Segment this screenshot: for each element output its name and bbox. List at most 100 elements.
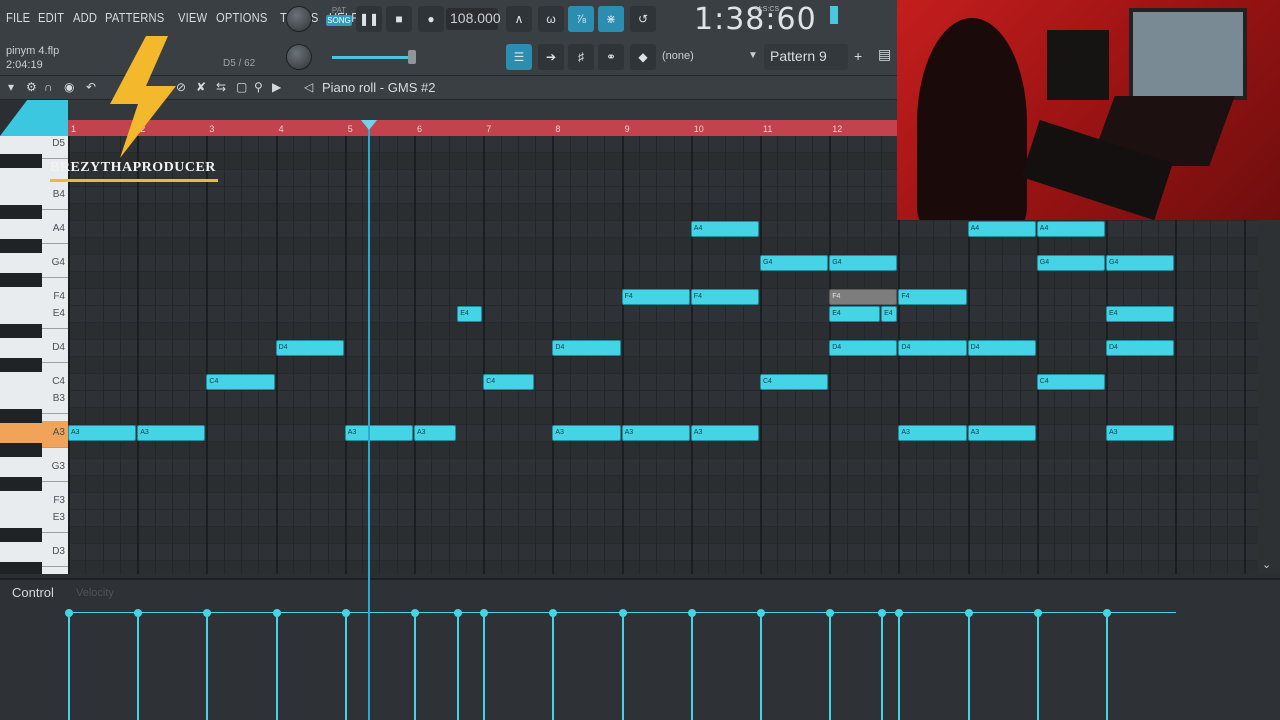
pause-button[interactable]: ❚❚ — [356, 6, 382, 32]
note-block[interactable]: D4 — [898, 340, 967, 356]
menu-add[interactable]: ADD — [73, 10, 97, 25]
note-block[interactable]: C4 — [760, 374, 829, 390]
note-block[interactable]: D4 — [275, 340, 344, 356]
note-block[interactable]: D4 — [829, 340, 898, 356]
note-block[interactable]: A4 — [967, 221, 1036, 237]
note-block[interactable]: A4 — [690, 221, 759, 237]
pattern-selector[interactable]: Pattern 9 — [764, 44, 848, 70]
black-key[interactable] — [0, 273, 42, 287]
menu-arrow-icon[interactable]: ▾ — [8, 80, 14, 94]
black-key[interactable] — [0, 562, 42, 574]
note-block[interactable]: A3 — [137, 425, 206, 441]
note-block[interactable]: E4 — [881, 306, 898, 322]
loop-record-icon[interactable]: ↺ — [630, 6, 656, 32]
pat-song-toggle[interactable]: PAT SONG — [326, 6, 352, 34]
control-dropdown[interactable]: Control — [12, 585, 54, 600]
wrench-icon[interactable]: ⚙ — [26, 80, 37, 94]
black-key[interactable] — [0, 205, 42, 219]
mixer-icon[interactable]: ▤ — [878, 46, 891, 63]
piano-keyboard[interactable]: D5 B4 A4 G4 F4 E4 D4 C4 B3 A3 G3 F3 E3 D3 — [0, 136, 68, 574]
note-block[interactable]: C4 — [1036, 374, 1105, 390]
black-key[interactable] — [0, 154, 42, 168]
velocity-bar[interactable] — [480, 609, 489, 720]
note-block[interactable]: A4 — [1036, 221, 1105, 237]
playhead-marker-icon[interactable] — [361, 120, 377, 130]
select-all-icon[interactable]: ▢ — [236, 80, 247, 94]
speaker-icon[interactable]: ◁ — [304, 80, 313, 94]
velocity-bar[interactable] — [1103, 609, 1111, 720]
note-block[interactable]: A3 — [414, 425, 457, 441]
black-key[interactable] — [0, 528, 42, 542]
velocity-bar[interactable] — [134, 609, 143, 720]
zoom-icon[interactable]: ⚲ — [254, 80, 263, 94]
note-block[interactable]: A3 — [1106, 425, 1175, 441]
plugin-icon[interactable]: ♯ — [568, 44, 594, 70]
note-block[interactable]: A3 — [898, 425, 967, 441]
link-icon[interactable]: ⚭ — [598, 44, 624, 70]
menu-options[interactable]: OPTIONS — [216, 10, 268, 25]
note-block[interactable]: G4 — [1036, 255, 1105, 271]
black-key[interactable] — [0, 239, 42, 253]
note-block[interactable]: D4 — [1106, 340, 1175, 356]
note-block[interactable]: G4 — [829, 255, 898, 271]
master-pitch-knob[interactable] — [286, 44, 312, 70]
velocity-bar[interactable] — [878, 609, 887, 720]
note-block[interactable]: E4 — [457, 306, 483, 322]
velocity-bar[interactable] — [203, 609, 212, 720]
menu-view[interactable]: VIEW — [178, 10, 207, 25]
velocity-bar[interactable] — [341, 609, 350, 720]
arrow-right-icon[interactable]: ➔ — [538, 44, 564, 70]
plugin-picker-icon[interactable]: ◆ — [630, 44, 656, 70]
note-block[interactable]: D4 — [967, 340, 1036, 356]
velocity-bar[interactable] — [826, 609, 835, 720]
note-block[interactable]: F4 — [621, 289, 690, 305]
note-block[interactable]: A3 — [344, 425, 413, 441]
piano-roll-title[interactable]: Piano roll - GMS #2 — [322, 80, 435, 95]
black-key[interactable] — [0, 477, 42, 491]
note-block[interactable]: A3 — [690, 425, 759, 441]
velocity-bar[interactable] — [618, 609, 627, 720]
note-block[interactable]: E4 — [829, 306, 881, 322]
piano-roll-icon[interactable]: ☰ — [506, 44, 532, 70]
record-button[interactable]: ● — [418, 6, 444, 32]
note-block[interactable]: G4 — [760, 255, 829, 271]
note-block[interactable]: E4 — [1106, 306, 1175, 322]
velocity-bar[interactable] — [411, 609, 419, 720]
note-block[interactable]: A3 — [621, 425, 690, 441]
black-key[interactable] — [0, 324, 42, 338]
step-edit-icon[interactable]: ⋇ — [598, 6, 624, 32]
black-key[interactable] — [0, 358, 42, 372]
velocity-bar[interactable] — [272, 609, 281, 720]
tempo-display[interactable]: 108.000 — [446, 8, 501, 30]
menu-file[interactable]: FILE — [6, 10, 30, 25]
add-pattern-button[interactable]: + — [854, 48, 862, 64]
black-key[interactable] — [0, 443, 42, 457]
wait-input-icon[interactable]: ω — [538, 6, 564, 32]
chevron-down-icon[interactable]: ▼ — [748, 50, 758, 61]
master-volume-slider[interactable] — [332, 56, 412, 59]
note-block[interactable]: A3 — [68, 425, 137, 441]
note-block[interactable]: D4 — [552, 340, 621, 356]
note-block[interactable]: A3 — [552, 425, 621, 441]
velocity-bar[interactable] — [964, 609, 973, 720]
velocity-bar[interactable] — [687, 609, 696, 720]
stop-button[interactable]: ■ — [386, 6, 412, 32]
velocity-bar[interactable] — [1033, 609, 1042, 720]
velocity-bar[interactable] — [549, 609, 558, 720]
metronome-icon[interactable]: ∧ — [506, 6, 532, 32]
note-block[interactable]: G4 — [1106, 255, 1175, 271]
note-block[interactable]: C4 — [206, 374, 275, 390]
velocity-bar[interactable] — [757, 609, 765, 720]
scroll-down-icon[interactable]: ⌄ — [1262, 558, 1271, 571]
note-block[interactable]: F4 — [898, 289, 967, 305]
menu-patterns[interactable]: PATTERNS — [105, 10, 164, 25]
playback-toggle-icon[interactable]: ▶ — [272, 80, 281, 94]
channel-selector[interactable]: (none) — [662, 50, 694, 62]
slider-handle[interactable] — [408, 50, 416, 64]
velocity-bar[interactable] — [65, 609, 73, 720]
velocity-bar[interactable] — [895, 609, 904, 720]
velocity-bar[interactable] — [454, 609, 463, 720]
note-block[interactable]: A3 — [967, 425, 1036, 441]
note-block[interactable]: F4 — [690, 289, 759, 305]
black-key[interactable] — [0, 409, 42, 423]
